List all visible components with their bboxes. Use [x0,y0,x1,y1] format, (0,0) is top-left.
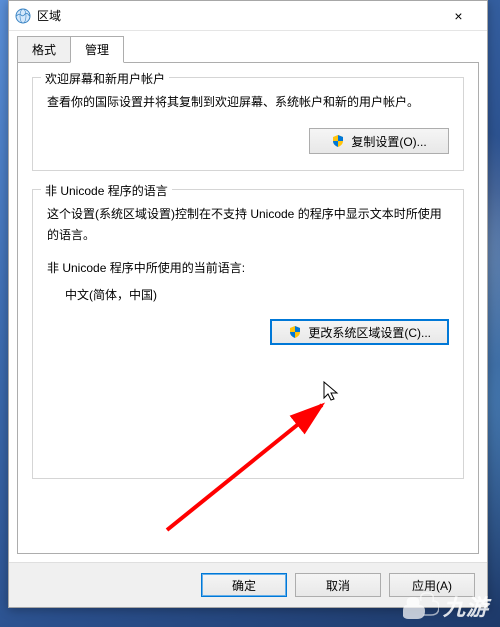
tab-admin[interactable]: 管理 [70,36,124,63]
change-locale-label: 更改系统区域设置(C)... [308,324,431,341]
current-language-label: 非 Unicode 程序中所使用的当前语言: [47,259,449,276]
welcome-description: 查看你的国际设置并将其复制到欢迎屏幕、系统帐户和新的用户帐户。 [47,92,449,112]
tab-content-admin: 欢迎屏幕和新用户帐户 查看你的国际设置并将其复制到欢迎屏幕、系统帐户和新的用户帐… [17,62,479,554]
non-unicode-group: 非 Unicode 程序的语言 这个设置(系统区域设置)控制在不支持 Unico… [32,189,464,479]
titlebar: 区域 × [9,1,487,31]
tab-format[interactable]: 格式 [17,36,71,63]
cancel-button[interactable]: 取消 [295,573,381,597]
group-title-welcome: 欢迎屏幕和新用户帐户 [41,70,169,87]
watermark-logo: 九游 [396,589,496,623]
close-button[interactable]: × [436,1,481,30]
watermark-text: 九游 [443,590,489,622]
ok-button[interactable]: 确定 [201,573,287,597]
change-system-locale-button[interactable]: 更改系统区域设置(C)... [270,319,449,345]
window-title: 区域 [37,7,436,24]
copy-settings-label: 复制设置(O)... [351,133,426,150]
shield-icon [288,325,302,339]
current-language-value: 中文(简体，中国) [47,286,449,303]
region-dialog: 区域 × 格式 管理 欢迎屏幕和新用户帐户 查看你的国际设置并将其复制到欢迎屏幕… [8,0,488,608]
shield-icon [331,134,345,148]
globe-icon [15,8,31,24]
tab-strip: 格式 管理 [9,31,487,62]
copy-settings-button[interactable]: 复制设置(O)... [309,128,449,154]
welcome-screen-group: 欢迎屏幕和新用户帐户 查看你的国际设置并将其复制到欢迎屏幕、系统帐户和新的用户帐… [32,77,464,171]
unicode-description: 这个设置(系统区域设置)控制在不支持 Unicode 的程序中显示文本时所使用的… [47,204,449,245]
group-title-unicode: 非 Unicode 程序的语言 [41,182,172,199]
